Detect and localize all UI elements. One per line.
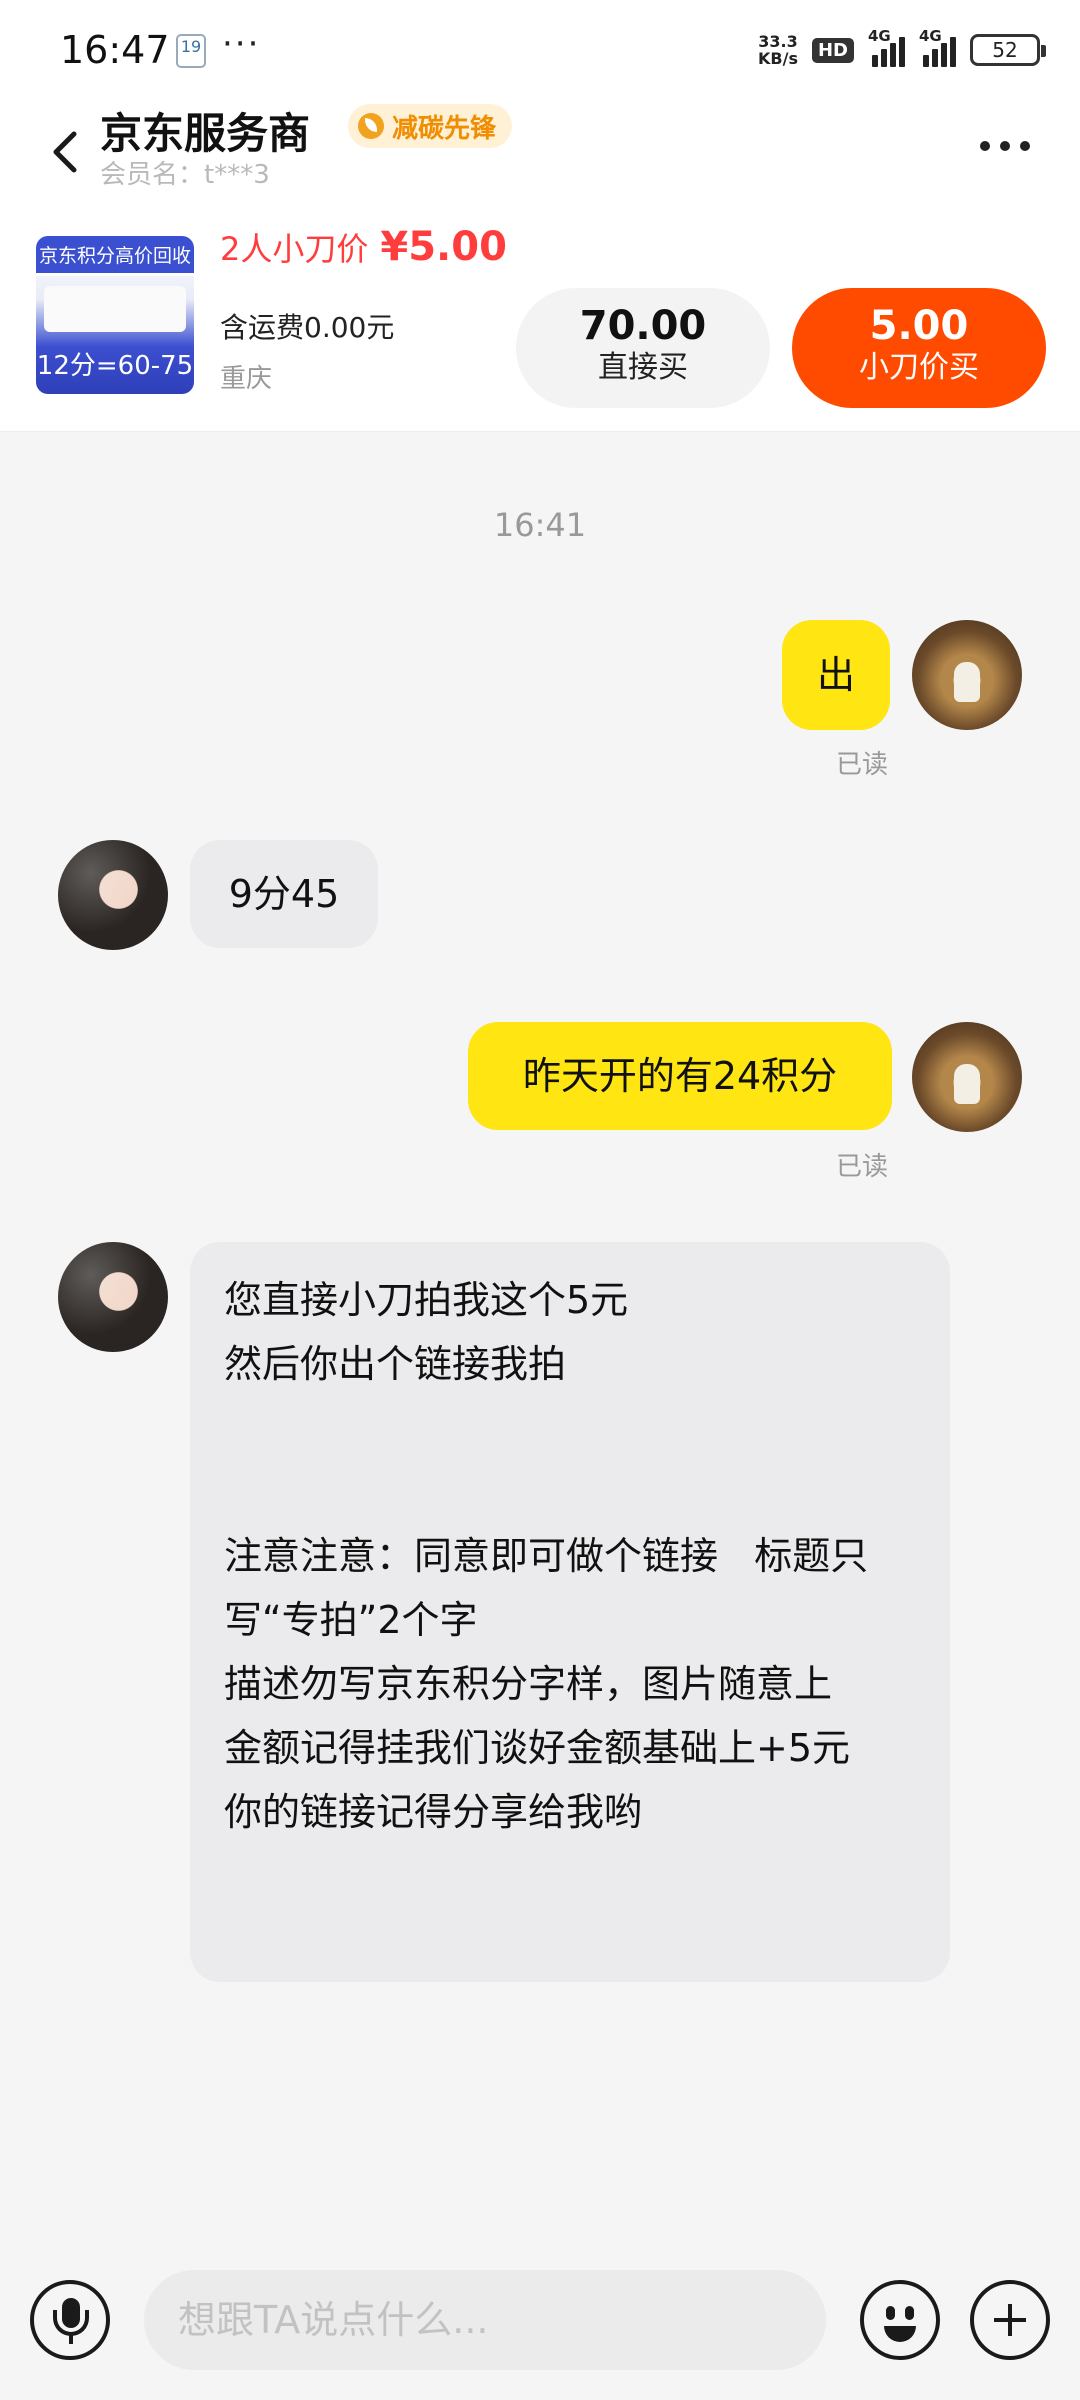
more-options-button[interactable] xyxy=(970,126,1040,166)
read-status: 已读 xyxy=(836,1152,889,1182)
buy-now-button[interactable]: 70.00 直接买 xyxy=(516,288,770,408)
thumbnail-rate: 12分=60-75 xyxy=(36,351,194,381)
more-actions-button[interactable] xyxy=(970,2280,1050,2360)
more-dot-icon xyxy=(980,141,990,151)
knife-price: 5.00 xyxy=(869,303,969,349)
product-thumbnail[interactable]: 京东积分高价回收 12分=60-75 xyxy=(36,236,194,394)
read-status: 已读 xyxy=(836,750,889,780)
status-bar: 16:47 19 ··· 33.3 KB/s HD 4G 4G 52 xyxy=(0,0,1080,100)
back-button[interactable] xyxy=(40,110,96,190)
signal-sim1-icon: 4G xyxy=(868,27,905,67)
buy-now-price: 70.00 xyxy=(579,303,707,349)
chat-time-divider: 16:41 xyxy=(493,506,587,544)
my-avatar[interactable] xyxy=(912,620,1022,730)
message-bubble-sent[interactable]: 出 xyxy=(782,620,890,730)
product-card: 京东积分高价回收 12分=60-75 2人小刀价 ¥5.00 含运费0.00元 … xyxy=(0,200,1080,432)
promo-label: 2人小刀价 xyxy=(220,230,369,268)
status-indicators: 33.3 KB/s HD 4G 4G 52 xyxy=(758,27,1046,70)
chat-header: 京东服务商 减碳先锋 会员名：t***3 xyxy=(0,100,1080,200)
signal-sim2-icon: 4G xyxy=(919,27,956,67)
chevron-left-icon xyxy=(53,131,77,173)
more-notifications-icon: ··· xyxy=(222,24,261,64)
message-bubble-received[interactable]: 您直接小刀拍我这个5元 然后你出个链接我拍 注意注意：同意即可做个链接 标题只写… xyxy=(190,1242,950,1982)
knife-price-button[interactable]: 5.00 小刀价买 xyxy=(792,288,1046,408)
knife-price-label: 小刀价买 xyxy=(859,350,979,385)
promo-price: ¥5.00 xyxy=(380,224,507,270)
message-text: 您直接小刀拍我这个5元 然后你出个链接我拍 注意注意：同意即可做个链接 标题只写… xyxy=(224,1278,869,1834)
battery-icon: 52 xyxy=(970,34,1046,66)
contact-avatar[interactable] xyxy=(58,1242,168,1352)
message-bubble-sent[interactable]: 昨天开的有24积分 xyxy=(468,1022,892,1130)
shipping-info: 含运费0.00元 xyxy=(220,311,395,344)
smiley-icon xyxy=(886,2306,895,2320)
input-bar xyxy=(0,2250,1080,2400)
hd-icon: HD xyxy=(811,37,854,63)
thumbnail-screenshot xyxy=(44,286,186,332)
shop-name[interactable]: 京东服务商 xyxy=(100,100,310,161)
location: 重庆 xyxy=(220,364,273,394)
voice-input-button[interactable] xyxy=(30,2280,110,2360)
more-dot-icon xyxy=(1000,141,1010,151)
more-dot-icon xyxy=(1020,141,1030,151)
emoji-button[interactable] xyxy=(860,2280,940,2360)
promo-line: 2人小刀价 ¥5.00 xyxy=(220,224,507,270)
carbon-badge-label: 减碳先锋 xyxy=(392,113,497,144)
buy-now-label: 直接买 xyxy=(598,350,688,385)
carbon-badge[interactable]: 减碳先锋 xyxy=(348,104,513,148)
network-speed: 33.3 KB/s xyxy=(758,32,798,68)
message-bubble-received[interactable]: 9分45 xyxy=(190,840,378,948)
message-input[interactable] xyxy=(144,2270,826,2370)
calendar-notification-icon: 19 xyxy=(176,34,206,68)
member-name: 会员名：t***3 xyxy=(100,160,270,190)
thumbnail-title: 京东积分高价回收 xyxy=(36,236,194,276)
status-time: 16:47 xyxy=(60,28,170,72)
leaf-icon xyxy=(358,113,384,139)
contact-avatar[interactable] xyxy=(58,840,168,950)
my-avatar[interactable] xyxy=(912,1022,1022,1132)
